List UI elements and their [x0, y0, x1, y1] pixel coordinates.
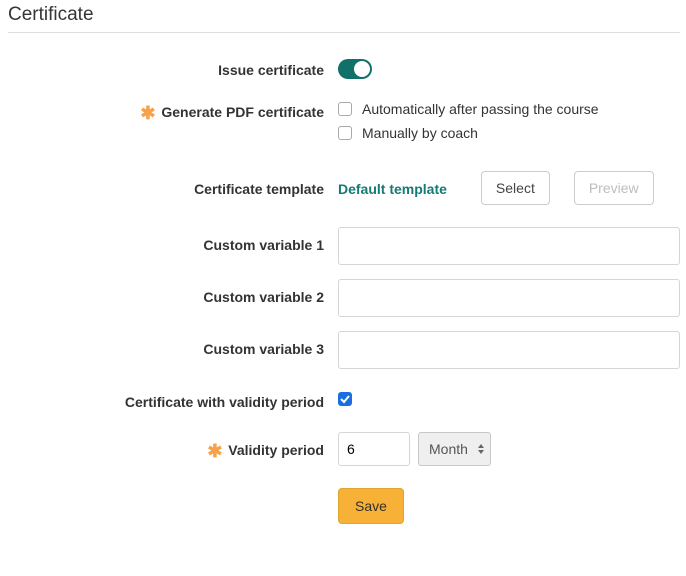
validity-period-label: ✱ Validity period: [8, 432, 338, 458]
generate-pdf-auto-label: Automatically after passing the course: [362, 101, 599, 117]
issue-certificate-toggle[interactable]: [338, 59, 372, 79]
custom-var-2-label: Custom variable 2: [8, 279, 338, 305]
certificate-template-label: Certificate template: [8, 171, 338, 197]
title-divider: [8, 32, 680, 33]
custom-var-2-input[interactable]: [338, 279, 680, 317]
required-star-icon: ✱: [140, 103, 155, 123]
validity-period-unit-select[interactable]: Month: [418, 432, 491, 466]
chevron-updown-icon: [478, 444, 484, 454]
custom-var-3-label: Custom variable 3: [8, 331, 338, 357]
validity-period-value-input[interactable]: [338, 432, 410, 466]
generate-pdf-manual-checkbox[interactable]: [338, 126, 352, 140]
generate-pdf-label: ✱ Generate PDF certificate: [8, 101, 338, 120]
validity-enabled-label: Certificate with validity period: [8, 391, 338, 410]
page-title: Certificate: [8, 4, 680, 26]
custom-var-1-input[interactable]: [338, 227, 680, 265]
certificate-template-value[interactable]: Default template: [338, 179, 447, 197]
issue-certificate-label: Issue certificate: [8, 59, 338, 78]
generate-pdf-auto-checkbox[interactable]: [338, 102, 352, 116]
validity-enabled-checkbox[interactable]: [338, 392, 352, 406]
generate-pdf-manual-label: Manually by coach: [362, 125, 478, 141]
custom-var-1-label: Custom variable 1: [8, 227, 338, 253]
required-star-icon: ✱: [207, 441, 222, 461]
custom-var-3-input[interactable]: [338, 331, 680, 369]
save-button[interactable]: Save: [338, 488, 404, 524]
preview-template-button[interactable]: Preview: [574, 171, 654, 205]
select-template-button[interactable]: Select: [481, 171, 550, 205]
